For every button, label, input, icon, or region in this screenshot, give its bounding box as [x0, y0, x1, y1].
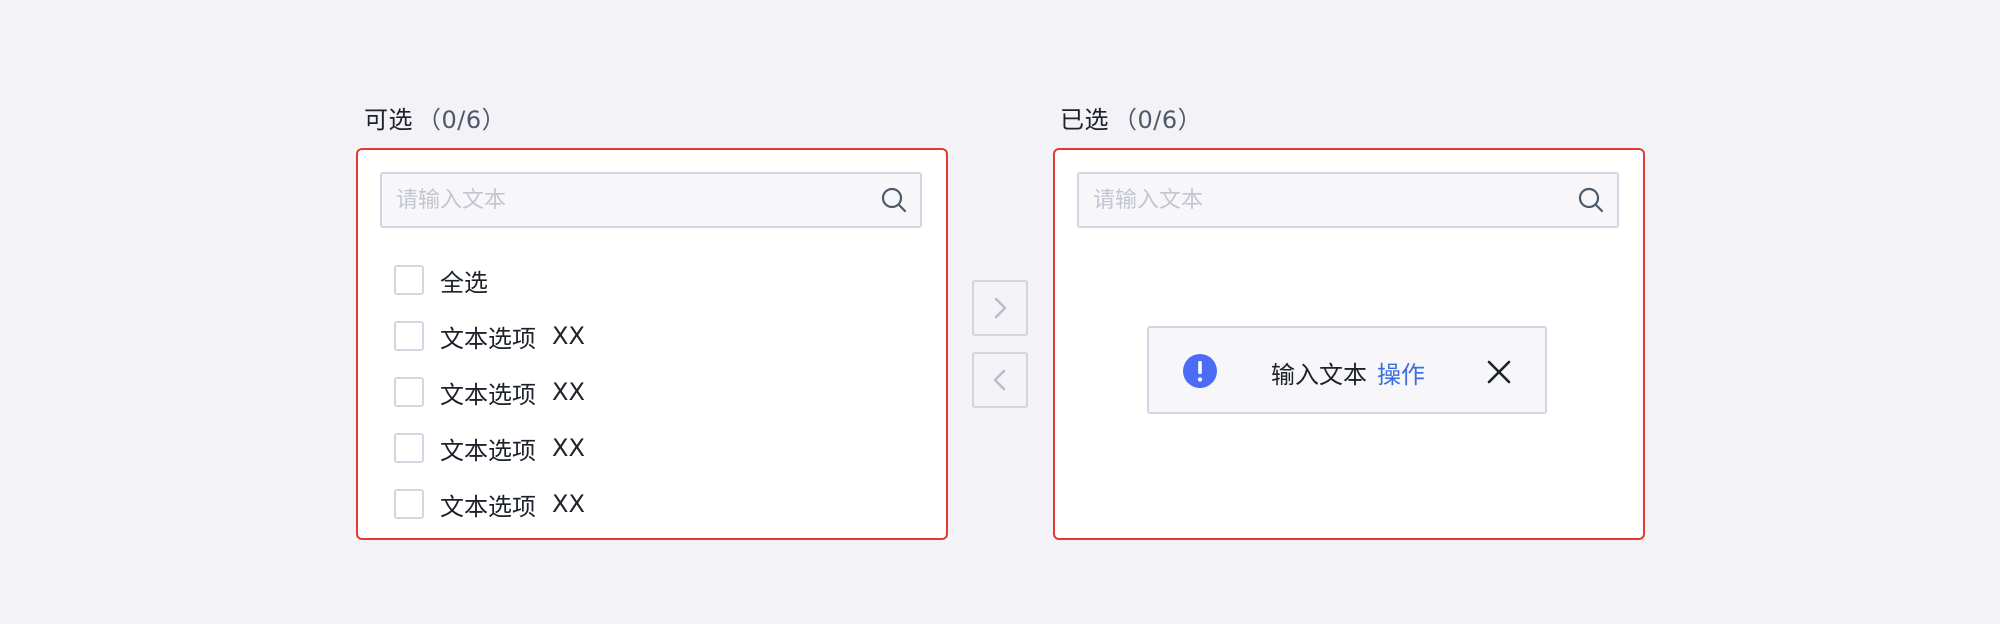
notice-text: 输入文本 — [1271, 361, 1367, 389]
target-search-box — [1077, 172, 1619, 228]
select-all-item[interactable]: 全选 — [394, 252, 585, 308]
search-icon[interactable] — [1577, 186, 1605, 214]
target-search-input[interactable] — [1079, 174, 1559, 226]
source-panel-count: （0/6） — [417, 106, 507, 134]
list-item[interactable]: 文本选项 XX — [394, 364, 585, 420]
select-all-label: 全选 — [440, 268, 488, 297]
option-checkbox[interactable] — [394, 377, 424, 407]
option-label: 文本选项 — [440, 492, 536, 521]
target-panel-title: 已选 （0/6） — [1060, 100, 1202, 135]
list-item[interactable]: 文本选项 XX — [394, 308, 585, 364]
option-checkbox[interactable] — [394, 433, 424, 463]
option-checkbox[interactable] — [394, 321, 424, 351]
target-panel-count: （0/6） — [1113, 106, 1203, 134]
target-panel: 输入文本 操作 — [1053, 148, 1645, 540]
list-item[interactable]: 文本选项 XX — [394, 420, 585, 476]
close-icon[interactable] — [1485, 358, 1513, 386]
source-panel-title: 可选 （0/6） — [364, 100, 506, 135]
search-icon[interactable] — [880, 186, 908, 214]
option-label: 文本选项 — [440, 436, 536, 465]
option-label: 文本选项 — [440, 324, 536, 353]
move-left-button[interactable] — [972, 352, 1028, 408]
move-right-button[interactable] — [972, 280, 1028, 336]
option-suffix: XX — [552, 490, 585, 518]
source-search-box — [380, 172, 922, 228]
option-suffix: XX — [552, 378, 585, 406]
option-label: 文本选项 — [440, 380, 536, 409]
option-checkbox[interactable] — [394, 489, 424, 519]
list-item[interactable]: 文本选项 XX — [394, 476, 585, 532]
source-option-list: 全选 文本选项 XX 文本选项 XX 文本选项 XX 文本选项 XX — [394, 252, 585, 532]
select-all-checkbox[interactable] — [394, 265, 424, 295]
notice-action-link[interactable]: 操作 — [1377, 355, 1425, 390]
empty-notice: 输入文本 操作 — [1147, 326, 1547, 414]
chevron-right-icon — [994, 297, 1007, 319]
target-panel-title-label: 已选 — [1060, 106, 1109, 134]
source-search-input[interactable] — [382, 174, 862, 226]
option-suffix: XX — [552, 434, 585, 462]
exclamation-icon — [1183, 354, 1217, 388]
source-panel-title-label: 可选 — [364, 106, 413, 134]
option-suffix: XX — [552, 322, 585, 350]
source-panel: 全选 文本选项 XX 文本选项 XX 文本选项 XX 文本选项 XX — [356, 148, 948, 540]
chevron-left-icon — [993, 369, 1006, 391]
